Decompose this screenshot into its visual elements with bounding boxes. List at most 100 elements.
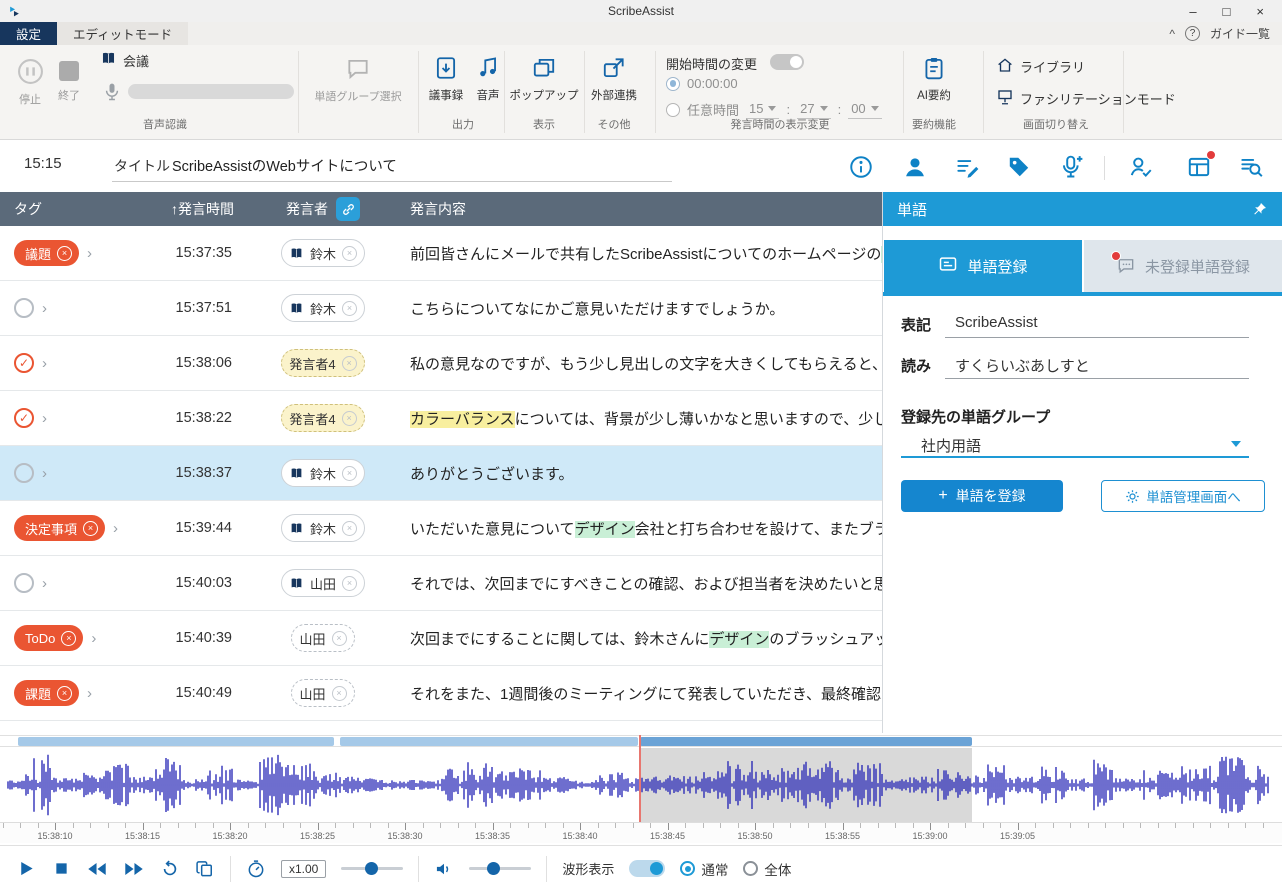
end-button[interactable]: 終了 bbox=[53, 58, 85, 103]
select-circle-icon[interactable] bbox=[14, 298, 34, 318]
speech-content[interactable]: 私の意見なのですが、もう少し見出しの文字を大きくしてもらえると、区別がつきや bbox=[398, 353, 882, 374]
word-panel-toggle-icon[interactable] bbox=[1186, 154, 1212, 180]
tab-settings[interactable]: 設定 bbox=[0, 22, 57, 45]
table-row[interactable]: ✓›15:38:22発言者4×カラーバランスについては、背景が少し薄いかなと思い… bbox=[0, 391, 882, 446]
audio-export-button[interactable]: 音声 bbox=[470, 55, 506, 103]
tag-badge[interactable]: ToDo× bbox=[14, 625, 83, 651]
rewind-button[interactable] bbox=[86, 858, 108, 880]
edit-list-icon[interactable] bbox=[954, 154, 980, 180]
arbitrary-time-radio[interactable] bbox=[666, 103, 680, 117]
speech-content[interactable]: それでは、次回までにすべきことの確認、および担当者を決めたいと思います。 bbox=[398, 573, 882, 594]
tag-icon[interactable] bbox=[1006, 154, 1032, 180]
close-button[interactable]: × bbox=[1256, 4, 1264, 19]
mode-normal-option[interactable]: 通常 bbox=[680, 859, 728, 879]
column-content[interactable]: 発言内容 bbox=[398, 199, 882, 219]
chevron-down-icon[interactable] bbox=[1231, 441, 1241, 447]
speaker-manage-icon[interactable] bbox=[902, 154, 928, 180]
expand-chevron-icon[interactable]: › bbox=[113, 521, 118, 536]
table-row[interactable]: ›15:37:51鈴木×こちらについてなにかご意見いただけますでしょうか。 bbox=[0, 281, 882, 336]
start-time-toggle[interactable] bbox=[770, 54, 804, 70]
zero-time-radio[interactable] bbox=[666, 77, 680, 91]
speaker-chip[interactable]: 山田× bbox=[281, 569, 365, 597]
remove-speaker-icon[interactable]: × bbox=[332, 686, 347, 701]
waveform-display-toggle[interactable] bbox=[629, 860, 665, 877]
mode-all-option[interactable]: 全体 bbox=[743, 859, 791, 879]
guide-list-link[interactable]: ガイド一覧 bbox=[1210, 25, 1270, 42]
waveform[interactable] bbox=[0, 748, 1282, 822]
title-input[interactable]: ScribeAssistのWebサイトについて bbox=[172, 155, 397, 176]
tab-unregistered-words[interactable]: 未登録単語登録 bbox=[1084, 240, 1282, 292]
check-circle-icon[interactable]: ✓ bbox=[14, 353, 34, 373]
table-row[interactable]: ✓›15:38:06発言者4×私の意見なのですが、もう少し見出しの文字を大きくし… bbox=[0, 336, 882, 391]
word-group-select[interactable]: 社内用語 bbox=[921, 435, 981, 456]
remove-tag-icon[interactable]: × bbox=[61, 631, 76, 646]
column-speaker[interactable]: 発言者 bbox=[248, 197, 398, 221]
tab-word-register[interactable]: 単語登録 bbox=[884, 240, 1082, 292]
remove-speaker-icon[interactable]: × bbox=[342, 246, 357, 261]
search-list-icon[interactable] bbox=[1238, 154, 1264, 180]
minimize-button[interactable]: – bbox=[1189, 4, 1196, 19]
copy-button[interactable] bbox=[195, 859, 215, 879]
speaker-chip[interactable]: 鈴木× bbox=[281, 459, 365, 487]
speaker-chip[interactable]: 発言者4× bbox=[281, 404, 364, 432]
speed-dial-icon[interactable] bbox=[246, 859, 266, 879]
table-row[interactable]: 議題×›15:37:35鈴木×前回皆さんにメールで共有したScribeAssis… bbox=[0, 226, 882, 281]
reading-input[interactable]: すくらいぶあしすと bbox=[955, 355, 1090, 376]
remove-speaker-icon[interactable]: × bbox=[332, 631, 347, 646]
library-button[interactable]: ライブラリ bbox=[996, 56, 1085, 77]
expand-chevron-icon[interactable]: › bbox=[42, 576, 47, 591]
speech-content[interactable]: 次回までにすることに関しては、鈴木さんにデザインのブラッシュアップを行っていただ bbox=[398, 628, 882, 649]
notation-input[interactable]: ScribeAssist bbox=[955, 314, 1038, 331]
remove-tag-icon[interactable]: × bbox=[83, 521, 98, 536]
tab-edit-mode[interactable]: エディットモード bbox=[57, 22, 188, 45]
expand-chevron-icon[interactable]: › bbox=[42, 466, 47, 481]
stop-button[interactable]: 停止 bbox=[12, 58, 48, 107]
speech-content[interactable]: 前回皆さんにメールで共有したScribeAssistについてのホームページのデザ… bbox=[398, 243, 882, 264]
tag-badge[interactable]: 決定事項× bbox=[14, 515, 105, 541]
waveform-overview-segment[interactable] bbox=[640, 737, 972, 746]
tag-badge[interactable]: 議題× bbox=[14, 240, 79, 266]
waveform-overview-segment[interactable] bbox=[340, 737, 638, 746]
speech-content[interactable]: それをまた、1週間後のミーティングにて発表していただき、最終確認を行いたいと思 bbox=[398, 683, 882, 704]
speaker-chip[interactable]: 鈴木× bbox=[281, 239, 365, 267]
expand-chevron-icon[interactable]: › bbox=[42, 301, 47, 316]
speed-slider[interactable] bbox=[341, 867, 403, 870]
speed-value[interactable]: x1.00 bbox=[281, 860, 326, 878]
stop-playback-button[interactable] bbox=[52, 859, 71, 878]
register-word-button[interactable]: + 単語を登録 bbox=[901, 480, 1063, 512]
remove-speaker-icon[interactable]: × bbox=[342, 576, 357, 591]
playhead-marker[interactable] bbox=[639, 735, 641, 822]
expand-chevron-icon[interactable]: › bbox=[91, 631, 96, 646]
check-circle-icon[interactable]: ✓ bbox=[14, 408, 34, 428]
column-tag[interactable]: タグ bbox=[0, 199, 152, 219]
waveform-overview-bar[interactable] bbox=[0, 735, 1282, 747]
expand-chevron-icon[interactable]: › bbox=[87, 686, 92, 701]
minutes-export-button[interactable]: 議事録 bbox=[424, 55, 468, 103]
remove-speaker-icon[interactable]: × bbox=[342, 301, 357, 316]
remove-speaker-icon[interactable]: × bbox=[342, 521, 357, 536]
speaker-chip[interactable]: 山田× bbox=[291, 624, 354, 652]
speaker-chip[interactable]: 発言者4× bbox=[281, 349, 364, 377]
popup-button[interactable]: ポップアップ bbox=[508, 55, 580, 103]
table-row[interactable]: 決定事項×›15:39:44鈴木×いただいた意見についてデザイン会社と打ち合わせ… bbox=[0, 501, 882, 556]
tag-badge[interactable]: 課題× bbox=[14, 680, 79, 706]
slider-thumb[interactable] bbox=[487, 862, 500, 875]
remove-tag-icon[interactable]: × bbox=[57, 246, 72, 261]
speaker-link-icon[interactable] bbox=[336, 197, 360, 221]
expand-chevron-icon[interactable]: › bbox=[42, 356, 47, 371]
speaker-chip[interactable]: 山田× bbox=[291, 679, 354, 707]
play-button[interactable] bbox=[16, 858, 37, 879]
remove-speaker-icon[interactable]: × bbox=[342, 356, 357, 371]
waveform-overview-segment[interactable] bbox=[18, 737, 334, 746]
volume-slider[interactable] bbox=[469, 867, 531, 870]
select-circle-icon[interactable] bbox=[14, 573, 34, 593]
pin-icon[interactable] bbox=[1252, 201, 1268, 217]
speaker-check-icon[interactable] bbox=[1128, 154, 1154, 180]
mic-plus-icon[interactable] bbox=[1058, 154, 1084, 180]
word-group-select-button[interactable]: 単語グループ選択 bbox=[300, 56, 416, 104]
repeat-button[interactable] bbox=[160, 859, 180, 879]
expand-chevron-icon[interactable]: › bbox=[87, 246, 92, 261]
fast-forward-button[interactable] bbox=[123, 858, 145, 880]
remove-speaker-icon[interactable]: × bbox=[342, 466, 357, 481]
table-row[interactable]: ›15:40:03山田×それでは、次回までにすべきことの確認、および担当者を決め… bbox=[0, 556, 882, 611]
